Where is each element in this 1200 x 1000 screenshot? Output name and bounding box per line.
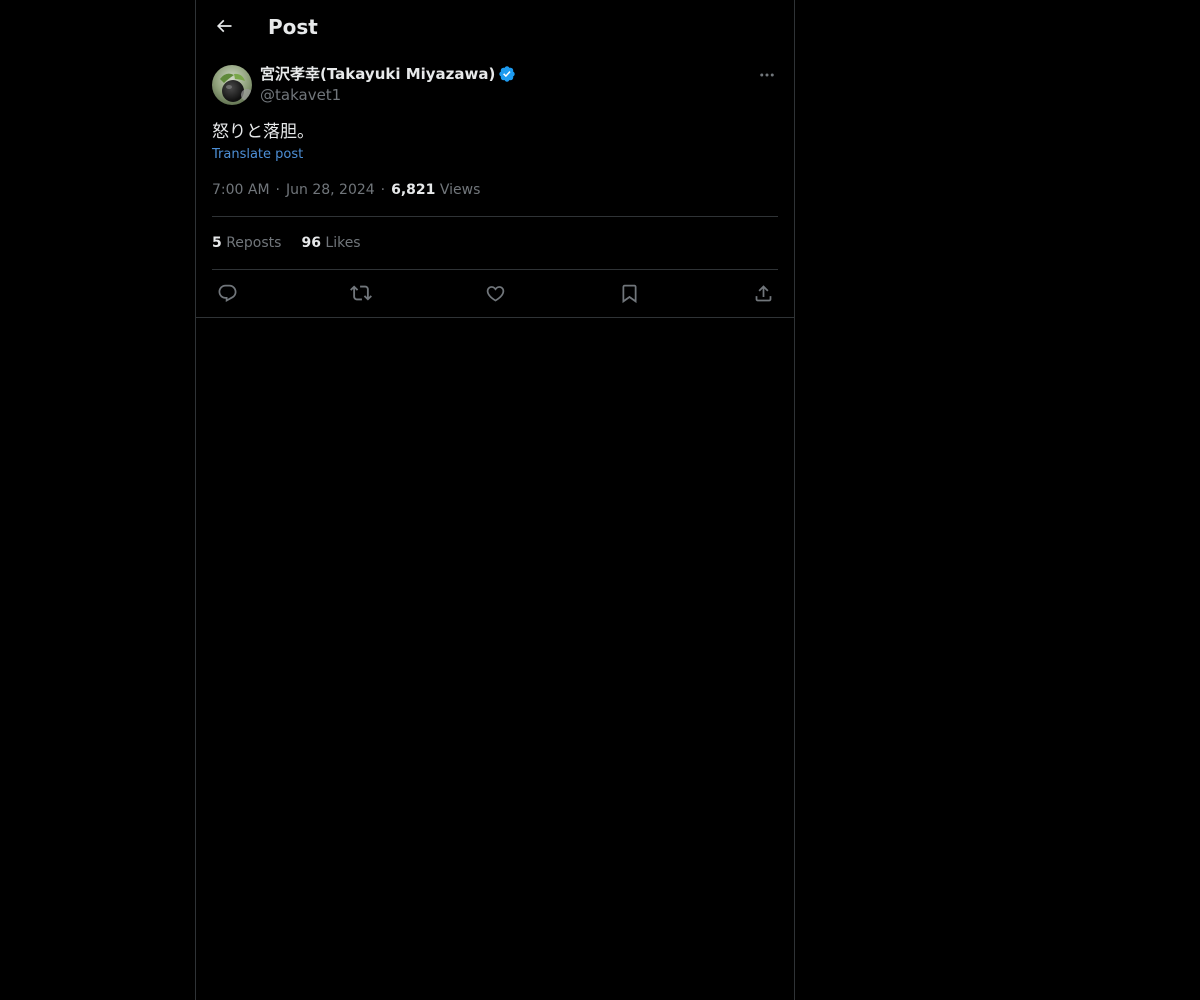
- more-options-button[interactable]: [756, 64, 778, 86]
- bookmark-button[interactable]: [614, 280, 644, 306]
- author-display-name[interactable]: 宮沢孝幸(Takayuki Miyazawa): [260, 64, 516, 84]
- more-horizontal-icon: [760, 73, 774, 77]
- reposts-count: 5: [212, 235, 222, 251]
- reply-icon: [218, 284, 236, 302]
- divider: [212, 216, 778, 217]
- share-button[interactable]: [748, 280, 778, 306]
- meta-separator: ·: [380, 182, 386, 198]
- avatar[interactable]: [212, 65, 252, 105]
- post-bottom-border: [196, 317, 794, 318]
- post-text: 怒りと落胆。: [212, 122, 314, 142]
- repost-button[interactable]: [346, 280, 376, 306]
- repost-icon: [350, 285, 372, 301]
- views-count: 6,821: [391, 182, 436, 198]
- verified-badge-icon[interactable]: [498, 65, 516, 83]
- translate-post-link[interactable]: Translate post: [212, 146, 303, 164]
- post-meta: 7:00 AM · Jun 28, 2024 · 6,821 Views: [212, 180, 480, 200]
- reposts-stat[interactable]: 5 Reposts: [212, 235, 281, 251]
- post-time[interactable]: 7:00 AM: [212, 182, 270, 198]
- divider: [212, 269, 778, 270]
- meta-separator: ·: [275, 182, 280, 198]
- share-icon: [755, 284, 771, 301]
- author-name-text: 宮沢孝幸(Takayuki Miyazawa): [260, 65, 496, 83]
- author-handle[interactable]: @takavet1: [260, 85, 341, 105]
- avatar-image: [212, 65, 252, 105]
- page-title: Post: [268, 15, 318, 39]
- bookmark-icon: [622, 284, 636, 303]
- reply-button[interactable]: [212, 280, 242, 306]
- likes-stat[interactable]: 96 Likes: [301, 235, 360, 251]
- reposts-label: Reposts: [226, 235, 282, 251]
- author-row: 宮沢孝幸(Takayuki Miyazawa) @takavet1: [212, 64, 778, 106]
- post-stats: 5 Reposts 96 Likes: [212, 233, 381, 253]
- heart-icon: [486, 285, 504, 302]
- action-bar: [212, 280, 778, 306]
- views-label: Views: [439, 182, 481, 198]
- primary-column: Post 宮沢孝幸(Takayuki Miyazawa) @takavet1 怒…: [195, 0, 795, 1000]
- back-button[interactable]: [208, 10, 240, 42]
- page-header: Post: [196, 0, 794, 53]
- likes-label: Likes: [325, 235, 361, 251]
- post-date[interactable]: Jun 28, 2024: [286, 182, 375, 198]
- likes-count: 96: [301, 235, 321, 251]
- like-button[interactable]: [480, 280, 510, 306]
- arrow-left-icon: [216, 19, 232, 33]
